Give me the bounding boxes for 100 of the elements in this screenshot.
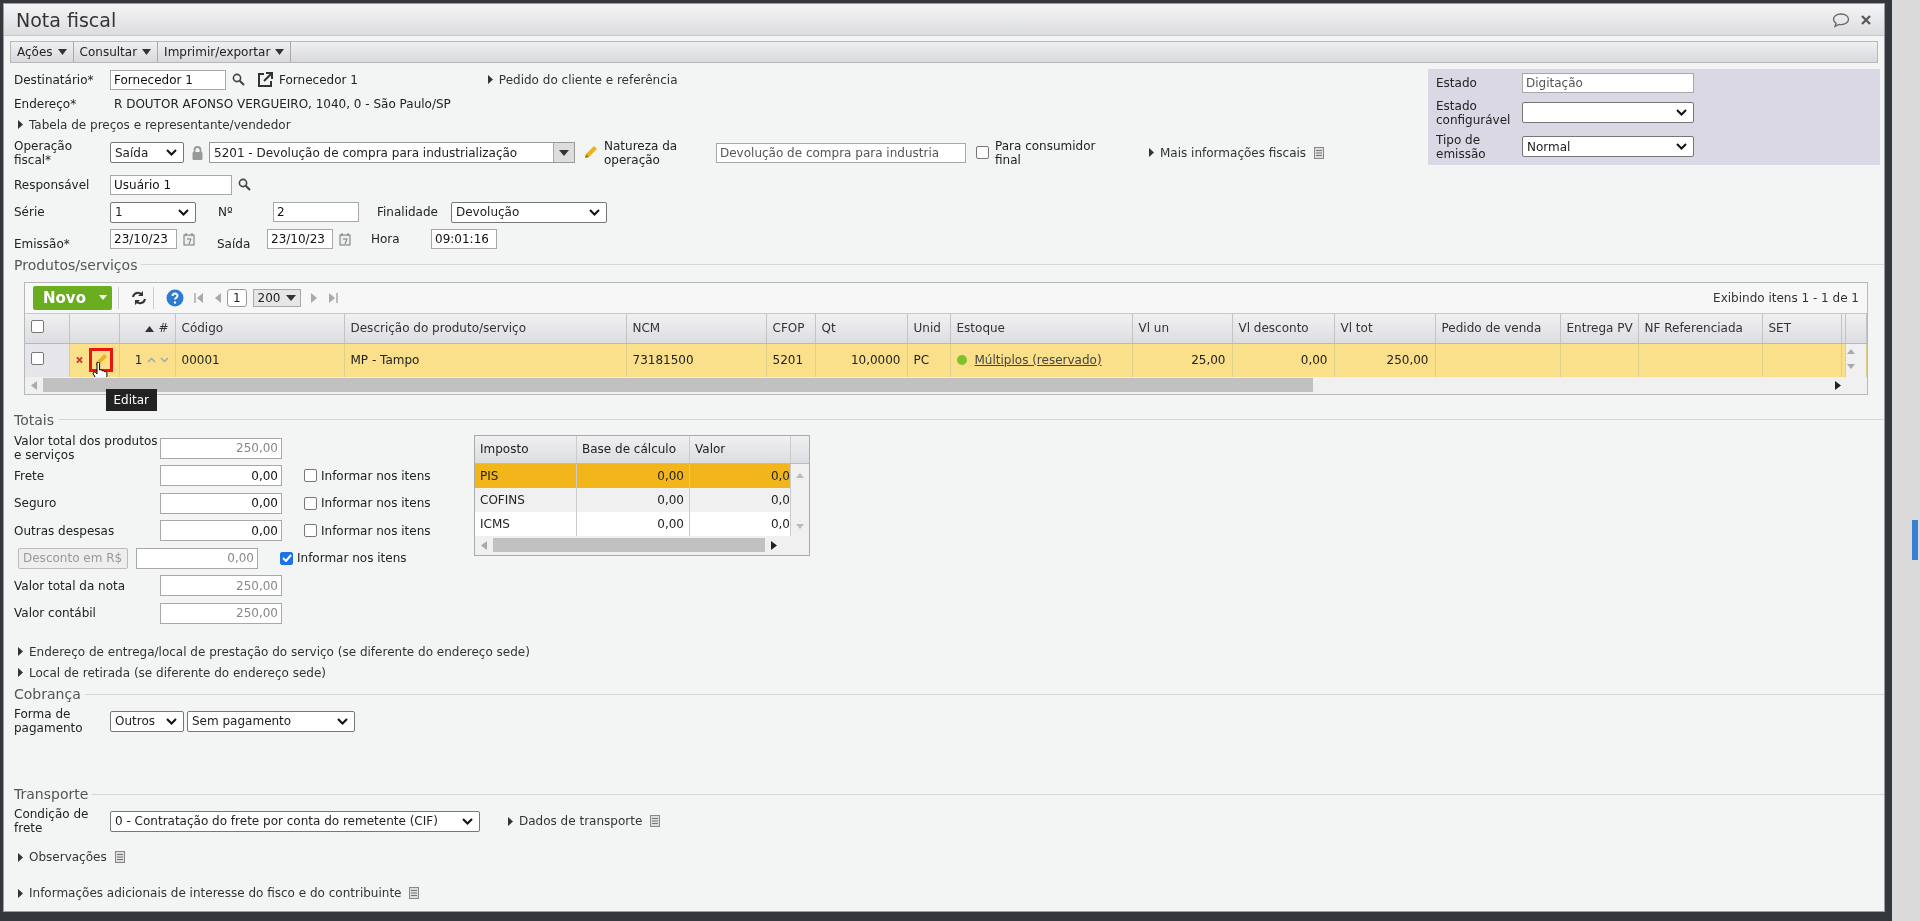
column-header[interactable]: SET [1762, 313, 1841, 343]
amount-field[interactable]: 0,00 [160, 465, 282, 487]
section-link[interactable]: Dados de transporte [519, 814, 643, 828]
column-header[interactable]: CFOP [766, 313, 815, 343]
note-icon[interactable] [114, 851, 125, 863]
note-icon[interactable] [1314, 146, 1325, 159]
column-header[interactable]: NF Referenciada [1638, 313, 1762, 343]
dropdown[interactable]: Outros [110, 710, 184, 732]
chevron-icon [1676, 143, 1687, 150]
table-cell: 0,00 [577, 487, 690, 512]
expand-icon[interactable] [1149, 148, 1154, 157]
input-field[interactable]: Usuário 1 [110, 174, 232, 195]
section-link[interactable]: Tabela de preços e representante/vendedor [29, 117, 291, 132]
amount-field[interactable]: 0,00 [160, 520, 282, 542]
expand-icon[interactable] [18, 668, 23, 677]
column-header[interactable]: Valor [690, 435, 791, 463]
checkbox-label: Para consumidor final [995, 138, 1097, 167]
close-icon[interactable] [1860, 13, 1872, 26]
expand-icon[interactable] [18, 120, 23, 129]
column-header[interactable]: NCM [626, 313, 766, 343]
expand-icon[interactable] [18, 888, 23, 898]
vertical-scrollbar[interactable] [791, 463, 809, 536]
expand-icon[interactable] [18, 852, 23, 862]
help-icon[interactable] [165, 288, 184, 307]
page-number[interactable]: 1 [226, 288, 247, 307]
checkbox[interactable] [304, 524, 317, 538]
column-header[interactable]: Entrega PV [1560, 313, 1638, 343]
page-scrollbar[interactable] [1892, 0, 1920, 921]
calendar-icon[interactable] [339, 232, 351, 246]
section-link[interactable]: Pedido do cliente e referência [498, 72, 678, 87]
dropdown[interactable]: Devolução [451, 201, 607, 223]
column-header[interactable]: Estoque [950, 313, 1132, 343]
caret-icon [98, 295, 107, 300]
section-link[interactable]: Endereço de entrega/local de prestação do serviço (se diferente do endereço sede) [29, 644, 530, 659]
dropdown[interactable]: Saída [110, 142, 184, 163]
calendar-icon[interactable] [183, 232, 195, 246]
scroll-right-icon[interactable] [771, 540, 777, 550]
dropdown[interactable]: Sem pagamento [187, 710, 355, 732]
column-header[interactable]: Código [175, 313, 344, 343]
input-field[interactable]: Digitação [1522, 72, 1694, 93]
menu-button[interactable]: Ações [11, 42, 74, 62]
page-size-dropdown[interactable]: 200 [252, 288, 301, 307]
section-link[interactable]: Observações [29, 850, 107, 864]
horizontal-scrollbar[interactable] [475, 535, 809, 555]
menu-button[interactable]: Consultar [73, 42, 159, 62]
column-header[interactable]: Vl un [1132, 313, 1232, 343]
input-field[interactable]: 09:01:16 [431, 229, 497, 249]
row-checkbox[interactable] [31, 352, 44, 365]
input-field[interactable]: Devolução de compra para industria [716, 142, 966, 163]
dropdown[interactable]: 1 [110, 201, 196, 223]
select-all-checkbox[interactable] [31, 320, 44, 333]
expand-icon[interactable] [487, 75, 493, 84]
chevron-icon [337, 717, 348, 725]
column-header[interactable]: Imposto [475, 435, 577, 463]
caret-icon [285, 294, 296, 301]
expand-icon[interactable] [18, 647, 23, 656]
table-cell: 1 [134, 353, 143, 367]
section-link[interactable]: Mais informações fiscais [1160, 145, 1307, 160]
amount-field[interactable]: 0,00 [160, 492, 282, 514]
supplier-link[interactable]: Fornecedor 1 [279, 72, 358, 87]
section-link[interactable]: Local de retirada (se diferente do endereço sede) [29, 665, 327, 680]
field-label: Valor total dos produtos e serviços [14, 434, 159, 463]
delete-icon[interactable] [75, 356, 83, 364]
column-header[interactable]: Base de cálculo [577, 435, 690, 463]
date-field[interactable]: 23/10/23 [267, 229, 333, 249]
menu-button[interactable]: Imprimir/exportar [158, 42, 292, 62]
comment-icon[interactable] [1832, 11, 1850, 28]
input-field[interactable]: 2 [273, 202, 359, 222]
search-icon[interactable] [232, 73, 245, 86]
section-link[interactable]: Informações adicionais de interesse do fisco e do contribuinte [29, 886, 402, 900]
field-label: Emissão* [14, 236, 71, 251]
refresh-icon[interactable] [130, 290, 147, 305]
checkbox[interactable] [976, 146, 989, 159]
field-label: Valor contábil [14, 606, 97, 621]
checkbox-label: Informar nos itens [297, 551, 407, 566]
dropdown[interactable] [1522, 102, 1694, 123]
dropdown[interactable]: Normal [1522, 136, 1694, 157]
window-title: Nota fiscal [16, 8, 117, 31]
external-link-icon[interactable] [257, 71, 273, 88]
search-icon[interactable] [238, 178, 251, 191]
note-icon[interactable] [409, 887, 420, 899]
caret-icon [57, 48, 67, 55]
column-header[interactable]: Pedido de venda [1435, 313, 1560, 343]
scroll-right-icon[interactable] [1835, 380, 1841, 390]
column-header[interactable]: Vl desconto [1232, 313, 1334, 343]
dropdown[interactable]: 0 - Contratação do frete por conta do remetente (CIF) [110, 810, 480, 832]
input-field[interactable]: Fornecedor 1 [110, 69, 226, 90]
field-label: Hora [371, 232, 401, 246]
column-header[interactable]: Vl tot [1334, 313, 1435, 343]
note-icon[interactable] [650, 815, 661, 827]
column-header[interactable]: Unid [907, 313, 950, 343]
combo-box[interactable]: 5201 - Devolução de compra para industrialização [209, 142, 575, 163]
column-header[interactable]: Qt [815, 313, 907, 343]
column-header[interactable]: Descrição do produto/serviço [344, 313, 626, 343]
checkbox[interactable] [304, 469, 317, 483]
date-field[interactable]: 23/10/23 [110, 229, 177, 249]
checkbox[interactable] [304, 496, 317, 510]
column-header[interactable]: # [119, 313, 175, 343]
table-cell: 5201 [772, 353, 804, 367]
expand-icon[interactable] [508, 816, 513, 826]
